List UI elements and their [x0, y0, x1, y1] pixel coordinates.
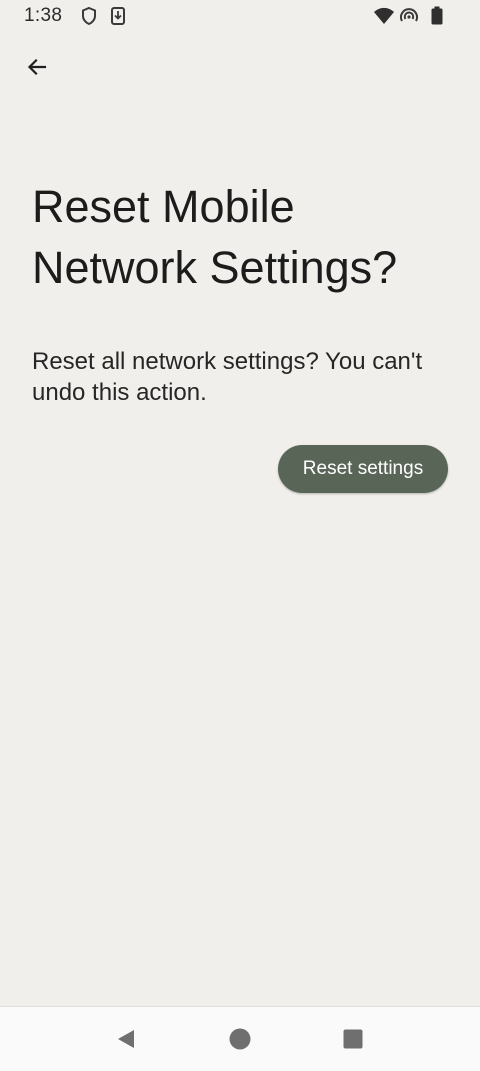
status-bar: 1:38 — [0, 0, 480, 34]
arrow-left-icon — [25, 55, 49, 84]
status-time: 1:38 — [24, 5, 63, 26]
reset-settings-button[interactable]: Reset settings — [278, 445, 448, 493]
home-circle-icon[interactable] — [228, 1027, 252, 1051]
page-title: Reset Mobile Network Settings? — [32, 181, 398, 293]
back-triangle-icon[interactable] — [114, 1027, 138, 1051]
download-icon — [110, 6, 126, 31]
recents-square-icon[interactable] — [341, 1027, 365, 1051]
wifi-icon — [373, 7, 395, 30]
page-description: Reset all network settings? You can't un… — [32, 348, 423, 406]
battery-icon — [430, 6, 444, 31]
shield-icon — [80, 6, 98, 31]
back-button[interactable] — [16, 48, 58, 90]
navigation-bar — [0, 1006, 480, 1071]
hotspot-icon — [399, 7, 419, 30]
